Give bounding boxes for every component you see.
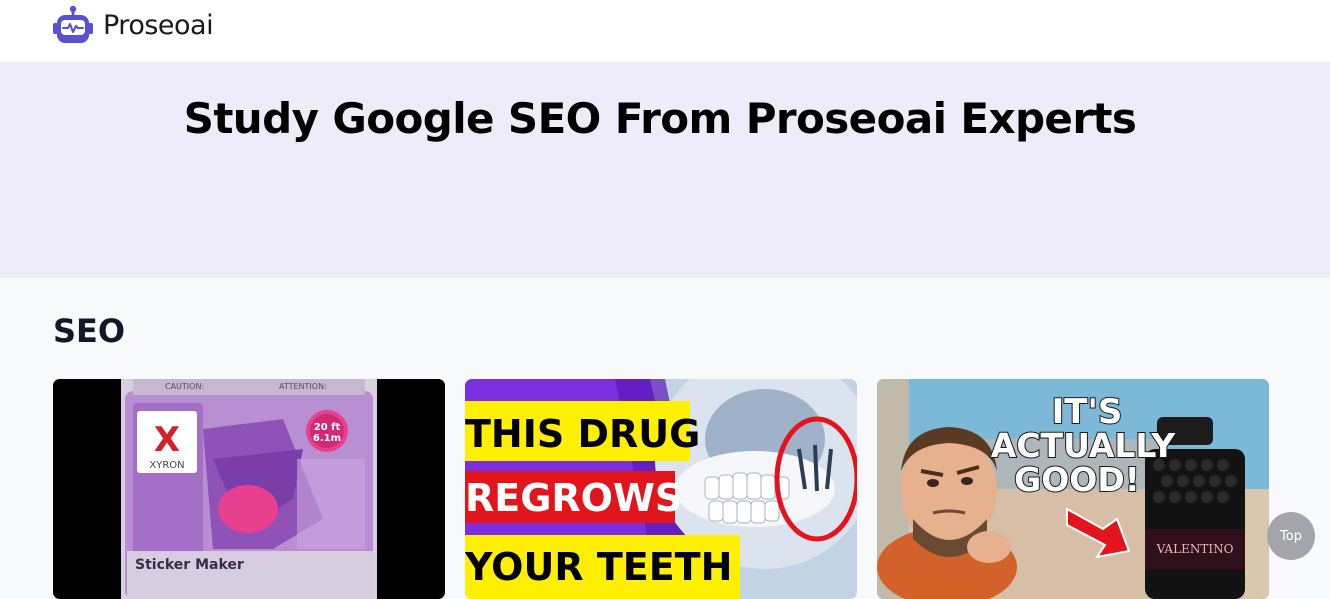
card-caution-text: CAUTION:: [165, 382, 204, 391]
article-card-1[interactable]: CAUTION: ATTENTION: X XYRON 20 ft 6.1m S…: [53, 379, 445, 599]
card-brand-text: XYRON: [149, 460, 184, 471]
article-card-3[interactable]: VALENTINO IT'S ACTUALLY GOOD!: [877, 379, 1269, 599]
article-thumbnail: CAUTION: ATTENTION: X XYRON 20 ft 6.1m S…: [53, 379, 445, 599]
section-title: SEO: [53, 312, 126, 350]
brand-name: Proseoai: [103, 9, 214, 41]
article-thumbnail: THIS DRUG REGROWS YOUR TEETH: [465, 379, 857, 599]
card-headline-2: REGROWS: [465, 476, 682, 520]
card-size-metric-text: 6.1m: [313, 433, 341, 444]
card-headline-1: THIS DRUG: [465, 412, 700, 456]
logo-link[interactable]: Proseoai: [52, 5, 214, 45]
robot-icon: [53, 5, 93, 43]
article-card-2[interactable]: THIS DRUG REGROWS YOUR TEETH: [465, 379, 857, 599]
card-product-text: Sticker Maker: [135, 557, 244, 573]
article-thumbnail: VALENTINO IT'S ACTUALLY GOOD!: [877, 379, 1269, 599]
card-attention-text: ATTENTION:: [279, 382, 327, 391]
card-bottle-label: VALENTINO: [1156, 542, 1234, 556]
svg-text:X: X: [154, 420, 180, 460]
card-size-text: 20 ft: [314, 422, 341, 433]
back-to-top-button[interactable]: Top: [1267, 512, 1315, 560]
page-title: Study Google SEO From Proseoai Experts: [183, 94, 1137, 143]
card-headline-3: YOUR TEETH: [465, 545, 732, 589]
card-headline-3: GOOD!: [1014, 460, 1140, 499]
site-header: Proseoai: [0, 0, 1330, 62]
